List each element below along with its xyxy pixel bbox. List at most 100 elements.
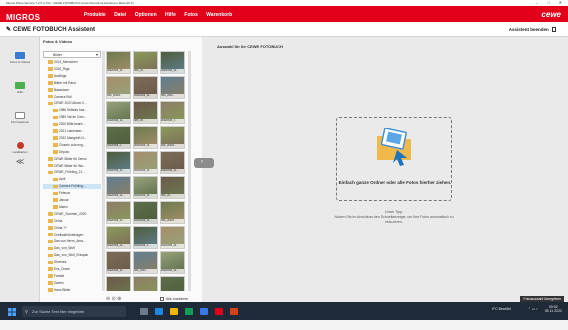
folder-tree-item[interactable]: CEWE_Frühling_21... bbox=[43, 170, 101, 175]
photo-thumbnail[interactable]: 20220306_14... bbox=[160, 226, 185, 249]
folder-tree-item[interactable]: Depoto bbox=[43, 150, 101, 155]
photo-thumbnail[interactable]: 20220306_14... bbox=[133, 176, 158, 199]
photo-thumbnail[interactable]: IMG_20220... bbox=[160, 201, 185, 224]
explorer-icon[interactable] bbox=[170, 308, 178, 315]
windows-start-icon[interactable] bbox=[8, 308, 16, 316]
photo-thumbnail[interactable]: IMG_20... bbox=[133, 101, 158, 124]
double-chevron-left-icon[interactable]: ≪ bbox=[0, 157, 40, 166]
folder-tree-item[interactable]: Januar bbox=[43, 198, 101, 203]
sidebar-item-help[interactable]: Hilfe bbox=[0, 82, 40, 94]
folder-tree-item[interactable]: Camera Frühling... bbox=[43, 184, 101, 190]
folder-tree-item[interactable]: Februar bbox=[43, 191, 101, 196]
maximize-button[interactable]: □ bbox=[548, 0, 550, 5]
folder-tree-item[interactable]: Das_von_Wolf bbox=[43, 246, 101, 251]
folder-tree-item[interactable]: 2014_Menschen bbox=[43, 60, 101, 65]
folder-tree-item[interactable]: China bbox=[43, 219, 101, 224]
folder-tree-item[interactable]: CEWE Bilder für Wa... bbox=[43, 164, 101, 169]
photo-thumbnail[interactable]: 20220306_14... bbox=[106, 251, 131, 274]
photo-thumbnail[interactable]: 20220306_14... bbox=[106, 101, 131, 124]
photo-thumbnail[interactable]: IMG_2022... bbox=[133, 251, 158, 274]
mark-all-checkbox[interactable]: Alle markieren bbox=[160, 297, 188, 302]
photo-thumbnail[interactable]: IMG_2022... bbox=[160, 76, 185, 99]
menu-produkte[interactable]: Produkte bbox=[84, 12, 106, 18]
folder-tree-item[interactable]: Ausflüge bbox=[43, 74, 101, 79]
folder-tree-item[interactable]: Bilder mit Rand bbox=[43, 81, 101, 86]
photo-thumbnail[interactable]: 20220306_14... bbox=[106, 151, 131, 174]
photo-thumbnail[interactable]: 20220306_1... bbox=[160, 101, 185, 124]
folder-tree-item[interactable]: Camera Roll bbox=[43, 95, 101, 100]
folder-icon bbox=[48, 267, 53, 271]
photo-thumbnail[interactable]: 20220306_14... bbox=[133, 151, 158, 174]
folder-tree-item[interactable]: Das von Herrn_Ama... bbox=[43, 239, 101, 244]
photo-thumbnail[interactable]: 20220306_1... bbox=[106, 126, 131, 149]
folder-tree-item[interactable]: 1986 Seltsies bas... bbox=[43, 108, 101, 113]
menu-optionen[interactable]: Optionen bbox=[135, 12, 157, 18]
folder-tree-item[interactable]: 2016_Riga bbox=[43, 67, 101, 72]
close-button[interactable]: ✕ bbox=[559, 0, 562, 5]
app-icon[interactable] bbox=[185, 308, 193, 315]
sidebar-item-info[interactable]: Informationen bbox=[0, 112, 40, 124]
folder-tree-item[interactable]: Familie bbox=[43, 274, 101, 279]
folder-tree-item[interactable]: China ?? bbox=[43, 226, 101, 231]
photo-thumbnail[interactable]: IMG_20220... bbox=[106, 76, 131, 99]
folder-tree-item[interactable]: 2022 Maegreth N... bbox=[43, 136, 101, 141]
drop-zone[interactable]: Einfach ganze Ordner oder alle Fotos hie… bbox=[336, 117, 452, 201]
photo-thumbnail[interactable]: 20220306_14... bbox=[106, 226, 131, 249]
folder-tree-item[interactable]: CEWE Bilder für Demo bbox=[43, 157, 101, 162]
sidebar-item-photos[interactable]: Fotos & Videos bbox=[0, 52, 40, 64]
sidebar-item-maps[interactable]: Landkarten bbox=[0, 142, 40, 154]
photo-thumbnail[interactable]: 20220306_14... bbox=[133, 126, 158, 149]
folder-tree-item[interactable]: Diverses bbox=[43, 260, 101, 265]
menu-fotos[interactable]: Fotos bbox=[184, 12, 198, 18]
app-icon[interactable] bbox=[230, 308, 238, 315]
photo-thumbnail[interactable]: IMG_20... bbox=[133, 51, 158, 74]
menu-hilfe[interactable]: Hilfe bbox=[165, 12, 176, 18]
edge-icon[interactable] bbox=[155, 308, 163, 315]
folder-tree-item[interactable]: Basashorn bbox=[43, 88, 101, 93]
photo-thumbnail[interactable]: 20220306_14... bbox=[160, 151, 185, 174]
minimize-button[interactable]: – bbox=[536, 0, 538, 5]
folder-tree-item[interactable]: CEWE_Sommer_2020 bbox=[43, 212, 101, 217]
folder-tree-item[interactable]: 2021 Lammarer... bbox=[43, 129, 101, 134]
info-icon bbox=[15, 112, 25, 119]
photo-thumbnail[interactable]: 20220306_14... bbox=[106, 276, 131, 291]
photo-thumbnail[interactable]: 20220306_14... bbox=[106, 176, 131, 199]
menu-warenkorb[interactable]: Warenkorb bbox=[206, 12, 232, 18]
clock[interactable]: 09:52 05.11.2022 bbox=[545, 305, 562, 313]
folder-select[interactable]: Bilder ▾ bbox=[43, 51, 101, 58]
folder-tree-item[interactable]: CEWE 2022 Album 2... bbox=[43, 101, 101, 106]
transfer-button[interactable]: › bbox=[194, 158, 214, 168]
photo-thumbnail[interactable]: IMG_20220... bbox=[160, 126, 185, 149]
folder-tree-item[interactable]: Closeto cola eng... bbox=[43, 143, 101, 148]
exit-assistant-button[interactable]: Assistent beenden bbox=[509, 27, 556, 33]
photo-thumbnail[interactable]: 20220306_1... bbox=[133, 226, 158, 249]
menu-datei[interactable]: Datei bbox=[114, 12, 126, 18]
photo-thumbnail[interactable]: 20220306_14... bbox=[133, 276, 158, 291]
photo-thumbnail[interactable]: 20220306_14... bbox=[133, 76, 158, 99]
tip-box: Unser Tipp: Nutzen Sie im Anschluss den … bbox=[332, 210, 456, 225]
folder-tree-item[interactable]: Ens_Drone bbox=[43, 267, 101, 272]
weather-text[interactable]: 9°C Bewölkt bbox=[492, 307, 511, 311]
migros-app-icon[interactable] bbox=[215, 308, 223, 315]
photo-thumbnail[interactable]: 20220306_14... bbox=[160, 251, 185, 274]
tree-scrollbar[interactable] bbox=[102, 51, 105, 291]
folder-tree-item[interactable]: 1989 Vat de Cam... bbox=[43, 115, 101, 120]
tray-icons[interactable]: ⌃ ▭ ♪ bbox=[528, 307, 538, 311]
photo-thumbnail[interactable]: 20220306_14... bbox=[160, 51, 185, 74]
folder-tree-item[interactable]: Garten bbox=[43, 281, 101, 286]
folder-tree-item[interactable]: Maerz bbox=[43, 205, 101, 210]
task-view-icon[interactable] bbox=[140, 308, 148, 315]
photo-thumbnail[interactable]: 20220306_14... bbox=[133, 201, 158, 224]
app-icon[interactable] bbox=[200, 308, 208, 315]
folder-tree-item[interactable]: April bbox=[43, 177, 101, 182]
folder-tree-item[interactable]: CriellsalleUnterlagen bbox=[43, 233, 101, 238]
photo-thumbnail[interactable]: IMG_20... bbox=[160, 176, 185, 199]
folder-tree-item[interactable]: Das_von_Wolf_Entspan bbox=[43, 253, 101, 258]
folder-tree-item[interactable]: 2000 Bitte bearb... bbox=[43, 122, 101, 127]
photo-thumbnail[interactable]: 20220306_14... bbox=[106, 201, 131, 224]
folder-tree-item[interactable]: Hans Bilder bbox=[43, 288, 101, 293]
photo-thumbnail[interactable]: 20220306_14... bbox=[160, 276, 185, 291]
photo-thumbnail[interactable]: 20220306_14... bbox=[106, 51, 131, 74]
taskbar-search-input[interactable]: ⚲ Zur Suche Text hier eingeben bbox=[22, 306, 126, 317]
thumbnail-scrollbar[interactable] bbox=[188, 51, 191, 291]
